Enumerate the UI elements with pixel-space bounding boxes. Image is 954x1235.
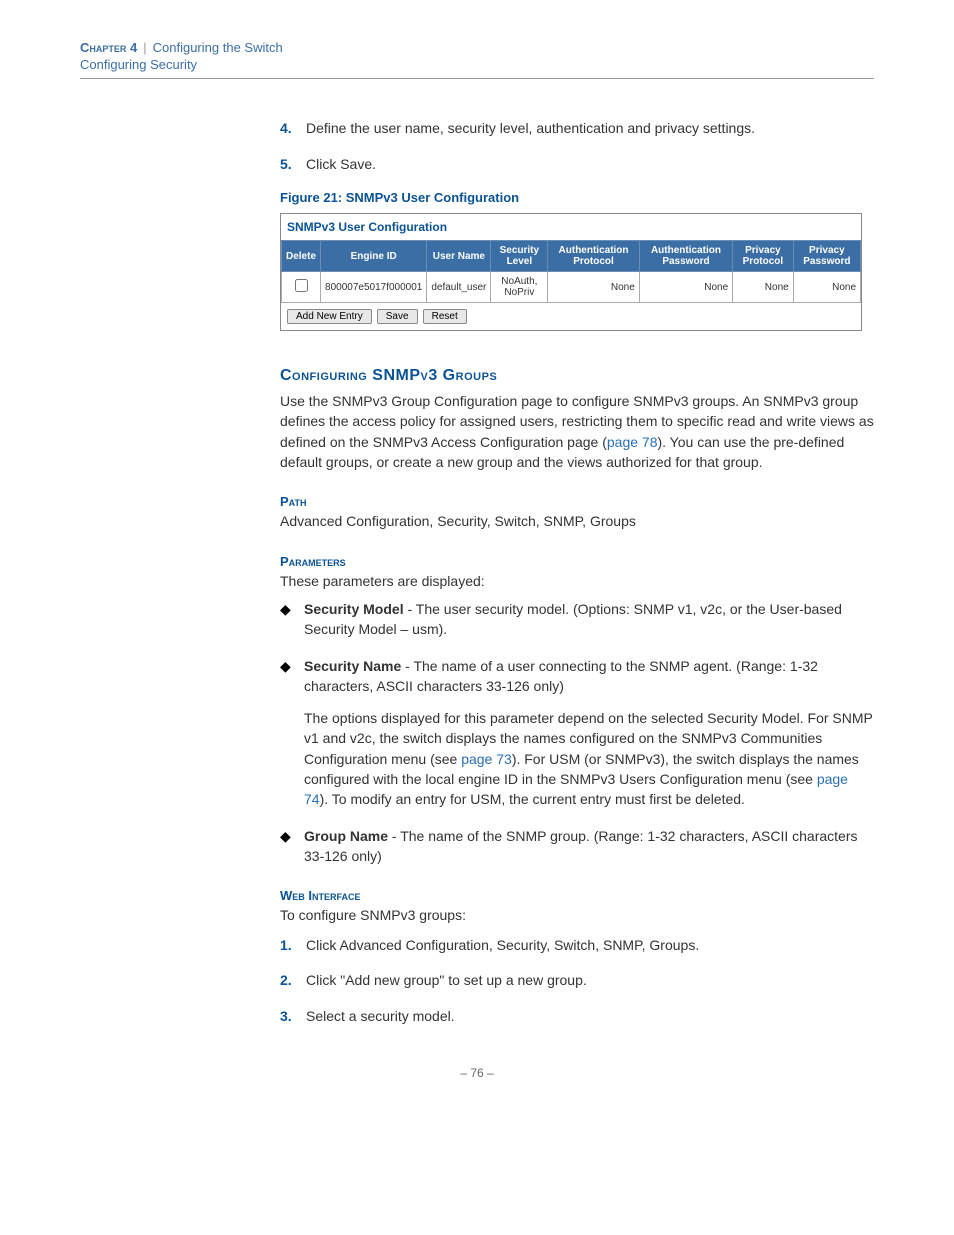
step-item: 4. Define the user name, security level,… bbox=[280, 119, 874, 139]
header-rule bbox=[80, 78, 874, 79]
figure-caption: Figure 21: SNMPv3 User Configuration bbox=[280, 190, 874, 205]
col-user-name: User Name bbox=[427, 241, 491, 272]
col-security-level: Security Level bbox=[491, 241, 548, 272]
step-number: 2. bbox=[280, 971, 306, 991]
step-text: Click Save. bbox=[306, 155, 376, 175]
step-number: 5. bbox=[280, 155, 306, 175]
figure-screenshot: SNMPv3 User Configuration Delete Engine … bbox=[280, 213, 862, 331]
col-auth-password: Authentication Password bbox=[639, 241, 732, 272]
chapter-title: Configuring the Switch bbox=[153, 40, 283, 55]
parameter-item: ◆ Security Name - The name of a user con… bbox=[280, 656, 874, 810]
table-row: 800007e5017f000001 default_user NoAuth, … bbox=[282, 272, 861, 303]
col-privacy-protocol: Privacy Protocol bbox=[733, 241, 794, 272]
page-header: Chapter 4 | Configuring the Switch bbox=[80, 40, 874, 55]
parameter-list: ◆ Security Model - The user security mod… bbox=[280, 599, 874, 866]
param-name: Security Model bbox=[304, 601, 404, 617]
param-name: Group Name bbox=[304, 828, 388, 844]
param-desc: - The name of the SNMP group. (Range: 1-… bbox=[304, 828, 858, 864]
reset-button[interactable]: Reset bbox=[423, 309, 467, 324]
parameter-item: ◆ Group Name - The name of the SNMP grou… bbox=[280, 826, 874, 867]
extra-text-c: ). To modify an entry for USM, the curre… bbox=[320, 791, 745, 807]
engine-id-cell: 800007e5017f000001 bbox=[321, 272, 427, 303]
snmp-user-table: Delete Engine ID User Name Security Leve… bbox=[281, 240, 861, 303]
header-separator: | bbox=[143, 40, 146, 55]
user-name-cell: default_user bbox=[427, 272, 491, 303]
section-subtitle: Configuring Security bbox=[80, 57, 874, 72]
bullet-icon: ◆ bbox=[280, 599, 304, 640]
priv-password-cell: None bbox=[793, 272, 860, 303]
parameter-item: ◆ Security Model - The user security mod… bbox=[280, 599, 874, 640]
bullet-icon: ◆ bbox=[280, 826, 304, 867]
step-text: Select a security model. bbox=[306, 1007, 455, 1027]
param-name: Security Name bbox=[304, 658, 401, 674]
step-item: 1. Click Advanced Configuration, Securit… bbox=[280, 936, 874, 956]
web-steps: 1. Click Advanced Configuration, Securit… bbox=[280, 936, 874, 1027]
web-interface-heading: Web Interface bbox=[280, 888, 874, 903]
path-text: Advanced Configuration, Security, Switch… bbox=[280, 511, 874, 531]
step-item: 3. Select a security model. bbox=[280, 1007, 874, 1027]
path-heading: Path bbox=[280, 494, 874, 509]
col-engine-id: Engine ID bbox=[321, 241, 427, 272]
delete-checkbox[interactable] bbox=[295, 279, 308, 292]
continued-steps: 4. Define the user name, security level,… bbox=[280, 119, 874, 174]
section-intro: Use the SNMPv3 Group Configuration page … bbox=[280, 391, 874, 472]
step-text: Click "Add new group" to set up a new gr… bbox=[306, 971, 587, 991]
auth-protocol-cell: None bbox=[548, 272, 639, 303]
step-text: Click Advanced Configuration, Security, … bbox=[306, 936, 699, 956]
parameters-intro: These parameters are displayed: bbox=[280, 571, 874, 591]
web-intro: To configure SNMPv3 groups: bbox=[280, 905, 874, 925]
security-level-cell: NoAuth, NoPriv bbox=[491, 272, 548, 303]
figure-button-row: Add New Entry Save Reset bbox=[281, 303, 861, 330]
page-link-73[interactable]: page 73 bbox=[461, 751, 512, 767]
param-extra: The options displayed for this parameter… bbox=[304, 708, 874, 809]
step-item: 2. Click "Add new group" to set up a new… bbox=[280, 971, 874, 991]
step-number: 4. bbox=[280, 119, 306, 139]
page-link-78[interactable]: page 78 bbox=[607, 434, 658, 450]
priv-protocol-cell: None bbox=[733, 272, 794, 303]
step-text: Define the user name, security level, au… bbox=[306, 119, 755, 139]
parameters-heading: Parameters bbox=[280, 554, 874, 569]
figure-title: SNMPv3 User Configuration bbox=[281, 214, 861, 240]
step-number: 1. bbox=[280, 936, 306, 956]
step-item: 5. Click Save. bbox=[280, 155, 874, 175]
chapter-label: Chapter 4 bbox=[80, 40, 137, 55]
delete-cell bbox=[282, 272, 321, 303]
save-button[interactable]: Save bbox=[377, 309, 418, 324]
section-heading: Configuring SNMPv3 Groups bbox=[280, 367, 874, 385]
auth-password-cell: None bbox=[639, 272, 732, 303]
add-new-entry-button[interactable]: Add New Entry bbox=[287, 309, 372, 324]
page-number: – 76 – bbox=[80, 1066, 874, 1080]
col-auth-protocol: Authentication Protocol bbox=[548, 241, 639, 272]
col-privacy-password: Privacy Password bbox=[793, 241, 860, 272]
step-number: 3. bbox=[280, 1007, 306, 1027]
col-delete: Delete bbox=[282, 241, 321, 272]
bullet-icon: ◆ bbox=[280, 656, 304, 810]
